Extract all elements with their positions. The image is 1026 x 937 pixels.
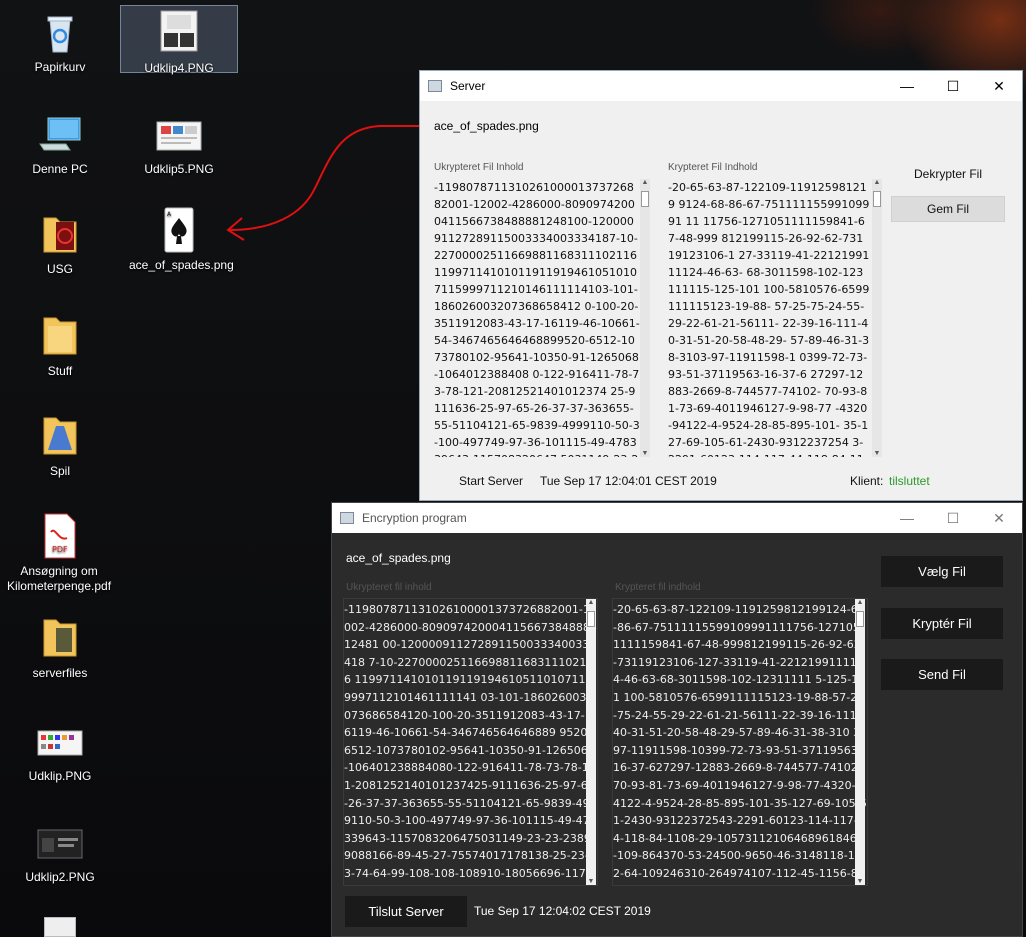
- client-label: Klient:: [850, 474, 884, 488]
- selected-filename: ace_of_spades.png: [346, 551, 451, 565]
- choose-file-button[interactable]: Vælg Fil: [881, 556, 1003, 587]
- desktop-icon-ace-of-spades[interactable]: A ace_of_spades.png: [129, 206, 234, 273]
- connect-server-button[interactable]: Tilslut Server: [345, 896, 467, 927]
- save-button[interactable]: Gem Fil: [891, 196, 1005, 222]
- window-title: Encryption program: [362, 511, 467, 525]
- start-server-button[interactable]: Start Server: [459, 474, 523, 488]
- window-title: Server: [450, 79, 486, 93]
- desktop-icon-label: serverfiles: [32, 666, 88, 680]
- cipher-content-scrollbar[interactable]: ▲ ▼: [872, 179, 882, 457]
- desktop-icon-pdf[interactable]: PDF Ansøgning om Kilometerpenge.pdf: [7, 512, 111, 594]
- send-file-button[interactable]: Send Fil: [881, 659, 1003, 690]
- desktop-icon-spil[interactable]: Spil: [10, 412, 110, 479]
- desktop-icon-udklip[interactable]: Udklip.PNG: [10, 717, 110, 784]
- pdf-file-icon: PDF: [35, 512, 83, 560]
- folder-icon: [36, 312, 84, 360]
- encryption-titlebar[interactable]: Encryption program — ☐ ✕: [332, 503, 1022, 533]
- encryption-timestamp: Tue Sep 17 12:04:02 CEST 2019: [474, 904, 651, 918]
- desktop-icon-udklip4[interactable]: Udklip4.PNG: [120, 5, 238, 75]
- maximize-icon[interactable]: ☐: [930, 503, 976, 533]
- desktop-icon-usg[interactable]: USG: [10, 210, 110, 277]
- minimize-icon[interactable]: —: [884, 71, 930, 101]
- plain-content-textarea[interactable]: -119807871131026100001373726882001-12002…: [434, 179, 640, 457]
- desktop-icon-label: Papirkurv: [34, 60, 86, 74]
- desktop-icon-label: ace_of_spades.png: [129, 258, 234, 272]
- cipher-content-scrollbar[interactable]: ▲ ▼: [855, 599, 865, 885]
- folder-icon: [36, 412, 84, 460]
- encrypt-file-button[interactable]: Kryptér Fil: [881, 608, 1003, 639]
- desktop-icon-label: Ansøgning om Kilometerpenge.pdf: [6, 564, 112, 593]
- minimize-icon[interactable]: —: [884, 503, 930, 533]
- cipher-content-header: Krypteret Fil Indhold: [668, 162, 758, 173]
- desktop-icon-label: Udklip4.PNG: [144, 61, 214, 75]
- recycle-bin-icon: [36, 8, 84, 56]
- plain-content-scrollbar[interactable]: ▲ ▼: [640, 179, 650, 457]
- desktop-icon-label: USG: [46, 262, 73, 276]
- app-icon: [340, 512, 354, 524]
- folder-icon: [36, 614, 84, 662]
- plain-content-header: Ukrypteret Fil Inhold: [434, 162, 524, 173]
- desktop-icon-label: Denne PC: [32, 162, 88, 176]
- desktop-icon-this-pc[interactable]: Denne PC: [10, 110, 110, 177]
- app-icon: [428, 80, 442, 92]
- maximize-icon[interactable]: ☐: [930, 71, 976, 101]
- desktop-icon-partial[interactable]: [44, 917, 76, 937]
- desktop-icon-label: Stuff: [47, 364, 73, 378]
- close-icon[interactable]: ✕: [976, 71, 1022, 101]
- image-file-icon: [155, 9, 203, 57]
- desktop-icon-serverfiles[interactable]: serverfiles: [10, 614, 110, 681]
- plain-content-header: Ukrypteret fil inhold: [346, 582, 432, 593]
- desktop-icon-udklip5[interactable]: Udklip5.PNG: [129, 110, 229, 177]
- svg-text:PDF: PDF: [52, 545, 68, 554]
- encryption-window[interactable]: Encryption program — ☐ ✕ ace_of_spades.p…: [331, 502, 1023, 937]
- cipher-content-header: Krypteret fil indhold: [615, 582, 701, 593]
- computer-icon: [36, 110, 84, 158]
- cipher-content-textarea[interactable]: -20-65-63-87-122109-119125981219 9124-68…: [668, 179, 870, 457]
- selected-filename: ace_of_spades.png: [434, 119, 539, 133]
- desktop-icon-label: Udklip.PNG: [28, 769, 92, 783]
- plain-content-scrollbar[interactable]: ▲ ▼: [586, 599, 596, 885]
- server-timestamp: Tue Sep 17 12:04:01 CEST 2019: [540, 474, 717, 488]
- image-file-icon: [155, 110, 203, 158]
- desktop-icon-label: Udklip5.PNG: [144, 162, 214, 176]
- cipher-content-textarea[interactable]: -20-65-63-87-122109-1191259812199124-68-…: [612, 598, 868, 886]
- close-icon[interactable]: ✕: [976, 503, 1022, 533]
- desktop-icon-recycle-bin[interactable]: Papirkurv: [10, 8, 110, 75]
- decrypt-button[interactable]: Dekrypter Fil: [914, 167, 982, 181]
- image-file-icon: [36, 717, 84, 765]
- desktop-icon-label: Spil: [49, 464, 70, 478]
- desktop-icon-label: Udklip2.PNG: [25, 870, 95, 884]
- image-file-icon: A: [155, 206, 203, 254]
- server-window[interactable]: Server — ☐ ✕ ace_of_spades.png Ukryptere…: [419, 70, 1023, 501]
- plain-content-textarea[interactable]: -119807871131026100001373726882001-12002…: [343, 598, 598, 886]
- annotation-arrow: [226, 125, 427, 241]
- server-titlebar[interactable]: Server — ☐ ✕: [420, 71, 1022, 101]
- client-status: tilsluttet: [889, 474, 930, 488]
- desktop-icon-stuff[interactable]: Stuff: [10, 312, 110, 379]
- image-file-icon: [36, 818, 84, 866]
- folder-icon: [36, 210, 84, 258]
- desktop-icon-udklip2[interactable]: Udklip2.PNG: [10, 818, 110, 885]
